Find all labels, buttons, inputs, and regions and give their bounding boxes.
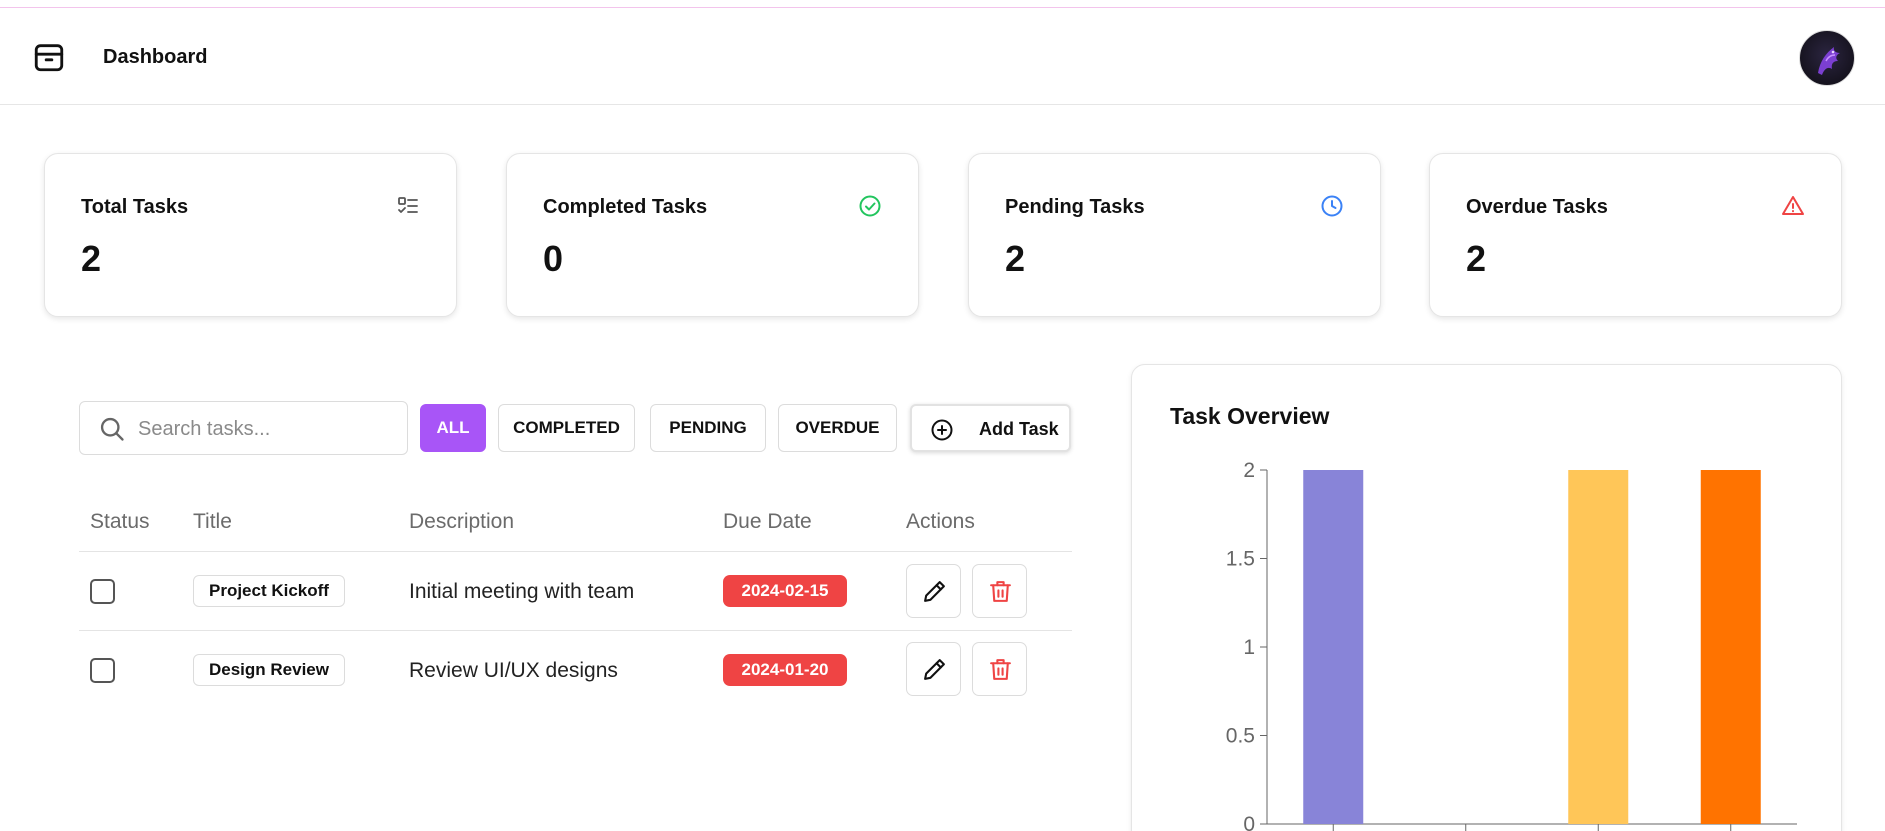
package-icon[interactable] bbox=[32, 40, 66, 74]
stat-label: Completed Tasks bbox=[543, 196, 708, 218]
stat-value: 2 bbox=[1466, 238, 1487, 279]
alert-triangle-icon bbox=[1782, 196, 1804, 215]
task-description: Review UI/UX designs bbox=[409, 659, 618, 682]
filter-completed-button[interactable]: COMPLETED bbox=[498, 404, 635, 452]
filter-overdue-button[interactable]: OVERDUE bbox=[778, 404, 897, 452]
bar-total bbox=[1303, 470, 1364, 824]
column-header-actions: Actions bbox=[906, 510, 975, 533]
stat-card-overdue: Overdue Tasks 2 bbox=[1429, 153, 1842, 317]
trash-icon bbox=[990, 581, 1011, 602]
search-icon bbox=[100, 417, 124, 441]
status-checkbox[interactable] bbox=[90, 579, 115, 604]
y-tick-label: 0 bbox=[1243, 813, 1255, 831]
filter-pending-button[interactable]: PENDING bbox=[650, 404, 766, 452]
stat-value: 2 bbox=[81, 238, 102, 279]
top-accent-strip bbox=[0, 0, 1885, 8]
table-divider bbox=[79, 630, 1072, 631]
column-header-title: Title bbox=[193, 510, 232, 533]
task-overview-panel: Task Overview 0 0.5 1 1.5 2 bbox=[1131, 364, 1842, 831]
filter-all-button[interactable]: ALL bbox=[420, 404, 486, 452]
stat-label: Total Tasks bbox=[81, 196, 189, 218]
y-tick-label: 2 bbox=[1243, 459, 1255, 482]
search-box bbox=[79, 401, 408, 455]
search-input[interactable] bbox=[138, 414, 398, 444]
pencil-icon bbox=[924, 659, 945, 680]
task-description: Initial meeting with team bbox=[409, 580, 635, 603]
stat-card-total: Total Tasks 2 bbox=[44, 153, 457, 317]
y-tick-label: 0.5 bbox=[1226, 725, 1255, 748]
add-task-button[interactable]: Add Task bbox=[910, 404, 1071, 452]
stat-value: 2 bbox=[1005, 238, 1026, 279]
y-tick-label: 1 bbox=[1243, 636, 1255, 659]
bar-overdue bbox=[1700, 470, 1761, 824]
task-title: Design Review bbox=[193, 654, 345, 686]
stat-value: 0 bbox=[543, 238, 564, 279]
stat-card-completed: Completed Tasks 0 bbox=[506, 153, 919, 317]
task-title: Project Kickoff bbox=[193, 575, 345, 607]
due-date-badge: 2024-02-15 bbox=[723, 575, 847, 607]
bar-pending bbox=[1568, 470, 1629, 824]
column-header-status: Status bbox=[90, 510, 150, 533]
delete-button[interactable] bbox=[972, 564, 1027, 618]
page-title: Dashboard bbox=[103, 46, 208, 68]
trash-icon bbox=[990, 659, 1011, 680]
status-checkbox[interactable] bbox=[90, 658, 115, 683]
column-header-description: Description bbox=[409, 510, 515, 533]
add-task-label: Add Task bbox=[979, 419, 1059, 439]
pencil-icon bbox=[924, 581, 945, 602]
edit-button[interactable] bbox=[906, 642, 961, 696]
check-circle-icon bbox=[859, 195, 881, 217]
clock-icon bbox=[1321, 195, 1343, 217]
avatar[interactable] bbox=[1799, 30, 1855, 86]
dragon-avatar-icon bbox=[1818, 47, 1840, 75]
due-date-badge: 2024-01-20 bbox=[723, 654, 847, 686]
top-header: Dashboard bbox=[0, 8, 1885, 105]
plus-circle-icon bbox=[931, 419, 953, 441]
list-checks-icon bbox=[398, 197, 418, 213]
table-divider bbox=[79, 551, 1072, 552]
stat-label: Pending Tasks bbox=[1005, 196, 1145, 218]
y-tick-label: 1.5 bbox=[1226, 548, 1255, 571]
edit-button[interactable] bbox=[906, 564, 961, 618]
stat-card-pending: Pending Tasks 2 bbox=[968, 153, 1381, 317]
delete-button[interactable] bbox=[972, 642, 1027, 696]
stat-label: Overdue Tasks bbox=[1466, 196, 1608, 218]
column-header-due-date: Due Date bbox=[723, 510, 812, 533]
task-overview-chart: 0 0.5 1 1.5 2 bbox=[1226, 459, 1797, 831]
